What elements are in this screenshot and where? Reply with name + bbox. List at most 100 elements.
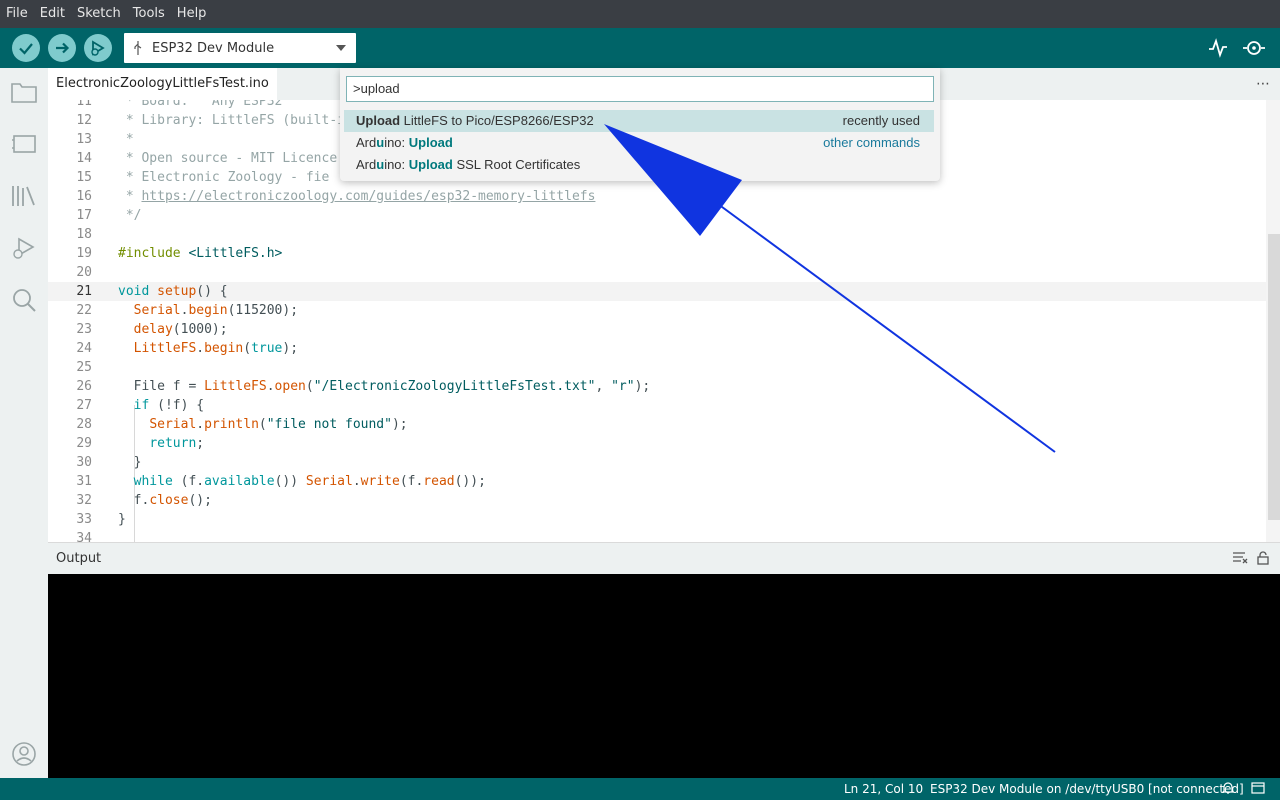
serial-plotter-button[interactable] <box>1206 36 1230 60</box>
board-icon <box>12 135 36 153</box>
line-number: 15 <box>76 170 92 185</box>
code-text: * Board: Any ESP32 <box>118 100 283 109</box>
command-palette-item[interactable]: Arduino: Upload SSL Root Certificates <box>344 154 934 176</box>
code-text: File f = LittleFS.open("/ElectronicZoolo… <box>118 379 651 394</box>
command-label: Arduino: Upload <box>356 135 453 150</box>
code-line: 23 delay(1000); <box>48 320 1266 339</box>
line-number: 16 <box>76 189 92 204</box>
code-line: 16 * https://electroniczoology.com/guide… <box>48 187 1266 206</box>
line-number: 17 <box>76 208 92 223</box>
code-text: if (!f) { <box>133 398 205 413</box>
search-button[interactable] <box>10 286 38 314</box>
cursor-position: Ln 21, Col 10 <box>844 782 924 796</box>
folder-icon <box>11 83 37 103</box>
editor-scrollbar-thumb[interactable] <box>1268 234 1280 520</box>
debug-view-button[interactable] <box>10 234 38 262</box>
lock-icon[interactable] <box>1256 551 1270 565</box>
menu-help[interactable]: Help <box>171 0 213 28</box>
code-text: * Library: LittleFS (built-in) <box>118 113 361 128</box>
chevron-down-icon <box>326 45 356 51</box>
usb-icon <box>124 40 152 56</box>
upload-button[interactable] <box>48 34 76 62</box>
line-number: 24 <box>76 341 92 356</box>
command-palette-input[interactable]: >upload <box>346 76 934 102</box>
toolbar: ESP32 Dev Module <box>0 28 1280 68</box>
search-icon <box>13 289 36 312</box>
line-number: 22 <box>76 303 92 318</box>
code-text: void setup() { <box>118 284 228 299</box>
debug-icon <box>13 237 35 259</box>
line-number: 21 <box>76 284 92 299</box>
line-number: 27 <box>76 398 92 413</box>
code-text: #include <LittleFS.h> <box>118 246 283 261</box>
code-line: 29 return; <box>48 434 1266 453</box>
code-text: return; <box>149 436 205 451</box>
tab-sketch-file[interactable]: ElectronicZoologyLittleFsTest.ino <box>48 68 277 100</box>
line-number: 23 <box>76 322 92 337</box>
verify-button[interactable] <box>12 34 40 62</box>
library-manager-button[interactable] <box>10 182 38 210</box>
output-console[interactable] <box>48 574 1280 778</box>
code-text: Serial.begin(115200); <box>133 303 299 318</box>
other-commands-link[interactable]: other commands <box>823 132 920 154</box>
menu-edit[interactable]: Edit <box>34 0 71 28</box>
line-number: 32 <box>76 493 92 508</box>
line-number: 30 <box>76 455 92 470</box>
check-icon <box>19 43 33 55</box>
library-icon <box>12 186 35 206</box>
code-text: * https://electroniczoology.com/guides/e… <box>118 189 596 204</box>
bell-icon[interactable] <box>1221 781 1235 798</box>
code-text: Serial.println("file not found"); <box>149 417 408 432</box>
code-line: 26 File f = LittleFS.open("/ElectronicZo… <box>48 377 1266 396</box>
code-text: */ <box>118 208 142 223</box>
menu-tools[interactable]: Tools <box>127 0 171 28</box>
command-label: Arduino: Upload SSL Root Certificates <box>356 157 581 172</box>
line-number: 19 <box>76 246 92 261</box>
line-number: 31 <box>76 474 92 489</box>
command-palette-item[interactable]: Arduino: Upload other commands <box>344 132 934 154</box>
monitor-icon <box>1243 41 1265 55</box>
menu-sketch[interactable]: Sketch <box>71 0 127 28</box>
menu-file[interactable]: File <box>0 0 34 28</box>
code-line: 20 <box>48 263 1266 282</box>
panel-toggle-icon[interactable] <box>1251 782 1265 797</box>
board-status[interactable]: ESP32 Dev Module on /dev/ttyUSB0 [not co… <box>930 782 1244 796</box>
line-number: 25 <box>76 360 92 375</box>
code-text: LittleFS.begin(true); <box>133 341 299 356</box>
code-text: } <box>118 455 142 470</box>
line-number: 28 <box>76 417 92 432</box>
code-line: 17 */ <box>48 206 1266 225</box>
sidebar <box>0 68 48 778</box>
arrow-right-icon <box>56 42 70 54</box>
code-line: 24 LittleFS.begin(true); <box>48 339 1266 358</box>
line-number: 13 <box>76 132 92 147</box>
code-line: 27 if (!f) { <box>48 396 1266 415</box>
serial-monitor-button[interactable] <box>1242 36 1266 60</box>
code-text: * Electronic Zoology - fie <box>118 170 330 185</box>
debug-icon <box>91 40 105 56</box>
recently-used-label: recently used <box>842 113 920 128</box>
line-number: 26 <box>76 379 92 394</box>
command-palette-item[interactable]: Upload LittleFS to Pico/ESP8266/ESP32 rec… <box>344 110 934 132</box>
line-number: 11 <box>76 100 92 109</box>
boards-manager-button[interactable] <box>10 130 38 158</box>
board-selector[interactable]: ESP32 Dev Module <box>124 33 356 63</box>
plotter-icon <box>1209 38 1227 58</box>
code-line: 34 <box>48 529 1266 542</box>
code-line: 30 } <box>48 453 1266 472</box>
code-line: 19 #include <LittleFS.h> <box>48 244 1266 263</box>
code-line: 25 <box>48 358 1266 377</box>
more-tabs-icon[interactable]: ⋯ <box>1256 76 1270 92</box>
clear-output-icon[interactable] <box>1232 551 1248 565</box>
account-icon <box>12 742 36 766</box>
output-panel-header: Output <box>48 542 1280 575</box>
code-line: 22 Serial.begin(115200); <box>48 301 1266 320</box>
output-label: Output <box>56 551 102 566</box>
code-line: 28 Serial.println("file not found"); <box>48 415 1266 434</box>
account-button[interactable] <box>10 740 38 768</box>
code-text: } <box>118 512 126 527</box>
line-number: 33 <box>76 512 92 527</box>
sketchbook-button[interactable] <box>10 78 38 106</box>
debug-button[interactable] <box>84 34 112 62</box>
command-label: Upload LittleFS to Pico/ESP8266/ESP32 <box>356 113 594 128</box>
